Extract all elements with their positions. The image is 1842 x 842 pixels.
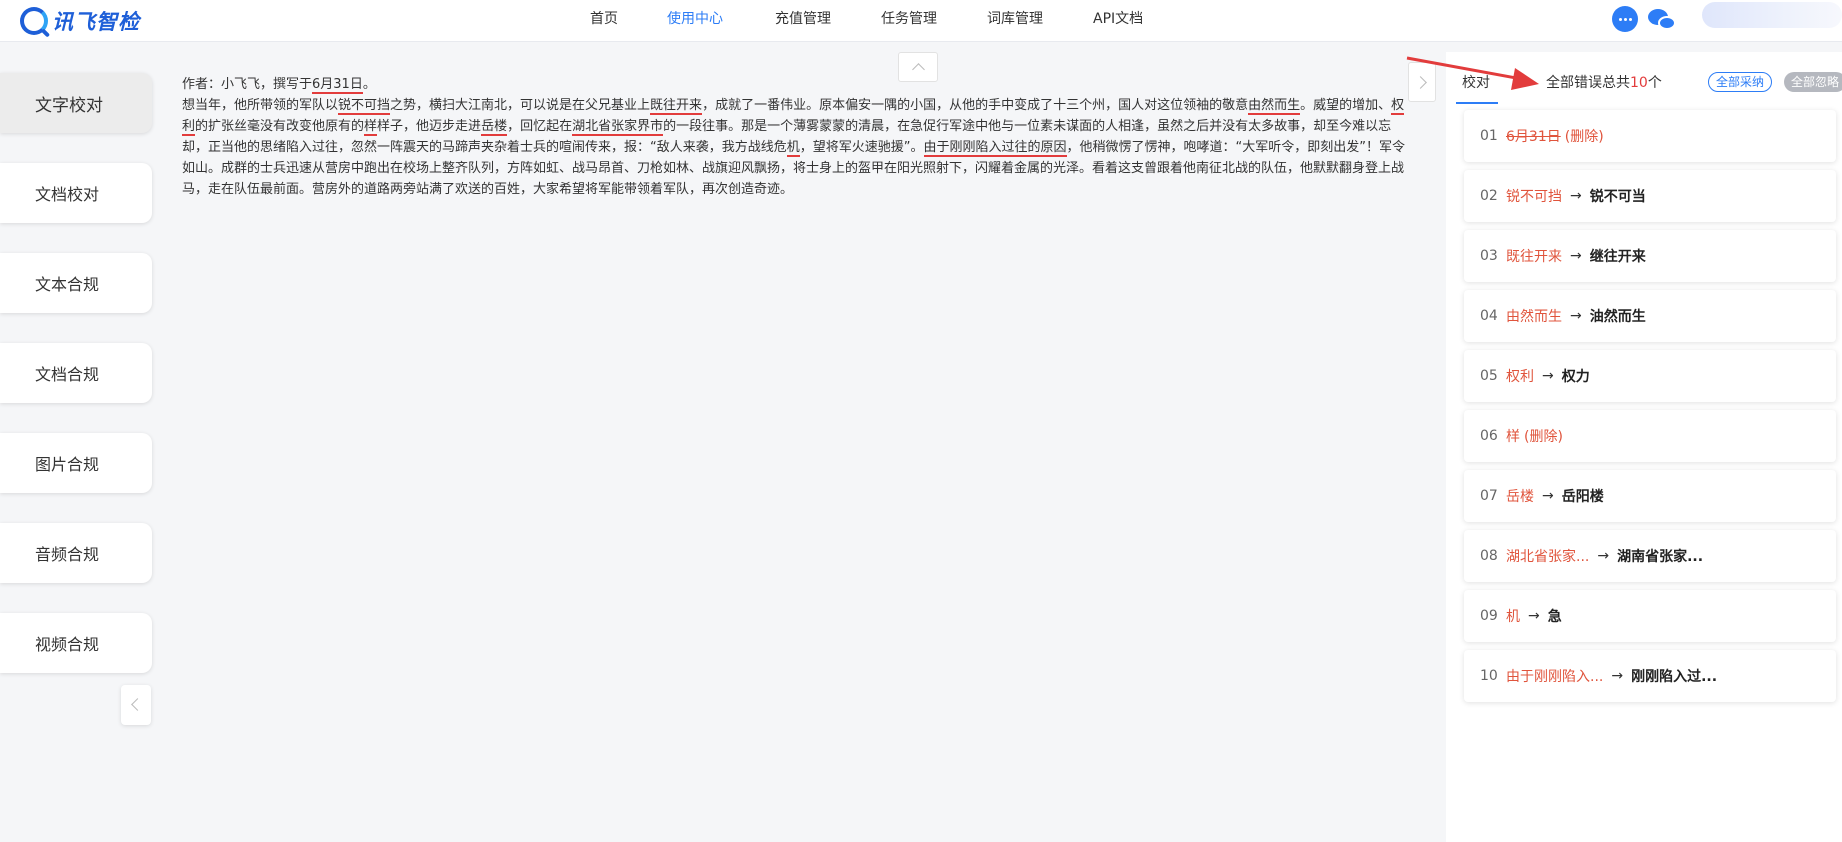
suggested-fix: 继往开来 — [1589, 249, 1646, 265]
sidebar-item-text-compliance[interactable]: 文本合规 — [0, 253, 152, 313]
text-run: 样子，他迈步走进 — [377, 119, 482, 134]
text-run: 想当年，他所带领的军队以 — [182, 98, 339, 113]
correction-number: 01 — [1480, 128, 1498, 144]
nav-lexicon[interactable]: 词库管理 — [987, 0, 1043, 38]
error-mark[interactable]: 锐不可挡 — [338, 98, 391, 115]
error-count: 10 — [1630, 75, 1648, 91]
top-header: 讯飞智检 首页 使用中心 充值管理 任务管理 词库管理 API文档 — [0, 0, 1842, 42]
sidebar-item-doc-proofread[interactable]: 文档校对 — [0, 163, 152, 223]
logo-text: 讯飞智检 — [52, 10, 140, 34]
error-mark[interactable]: 岳楼 — [481, 119, 508, 136]
chevron-left-icon — [131, 698, 144, 711]
user-avatar[interactable] — [1702, 2, 1842, 28]
logo-icon — [20, 7, 48, 35]
error-mark[interactable]: 由于刚刚陷入过往的原因 — [923, 140, 1067, 157]
wrong-text: 湖北省张家... — [1506, 549, 1590, 565]
wrong-text: 既往开来 — [1506, 249, 1562, 265]
ignore-all-button[interactable]: 全部忽略 — [1784, 72, 1842, 92]
error-mark[interactable]: 6月31日 — [312, 77, 363, 94]
sidebar-collapse-button[interactable] — [121, 685, 151, 725]
error-mark[interactable]: 既往开来 — [650, 98, 703, 115]
correction-number: 09 — [1480, 608, 1498, 624]
wrong-text: 由于刚刚陷入... — [1506, 669, 1604, 685]
author-line: 作者：小飞飞，撰写于6月31日。 — [182, 74, 1410, 95]
suggested-fix: 岳阳楼 — [1561, 489, 1604, 505]
wrong-text: 岳楼 — [1506, 489, 1534, 505]
nav-home[interactable]: 首页 — [590, 0, 618, 38]
text-run: ，望将军火速驰援”。 — [799, 140, 924, 155]
document-body: 想当年，他所带领的军队以锐不可挡之势，横扫大江南北，可以说是在父兄基业上既往开来… — [182, 95, 1410, 200]
nav-recharge[interactable]: 充值管理 — [775, 0, 831, 38]
arrow-icon: → — [1570, 308, 1582, 324]
arrow-icon: → — [1611, 668, 1624, 684]
text-run: 的扩张丝毫没有改变他原有的 — [195, 119, 365, 134]
wrong-text: 样 — [1506, 429, 1520, 445]
correction-number: 02 — [1480, 188, 1498, 204]
annotation-arrow — [1406, 56, 1539, 90]
error-mark[interactable]: 由然而生 — [1248, 98, 1301, 115]
suggested-fix: 刚刚陷入过... — [1631, 669, 1718, 685]
correction-number: 03 — [1480, 248, 1498, 264]
correction-card[interactable]: 07 岳楼 → 岳阳楼 — [1464, 470, 1836, 522]
text-run: 。威望的增加、 — [1300, 98, 1392, 113]
customer-service-icon[interactable] — [1612, 6, 1638, 32]
wrong-text: 锐不可挡 — [1506, 189, 1562, 205]
arrow-icon: → — [1542, 488, 1554, 504]
nav-api-docs[interactable]: API文档 — [1093, 0, 1143, 38]
wrong-text: 由然而生 — [1506, 309, 1562, 325]
suggested-fix: 油然而生 — [1589, 309, 1646, 325]
correction-card[interactable]: 01 6月31日 (删除) — [1464, 110, 1836, 162]
author-prefix: 作者：小飞飞，撰写于 — [182, 77, 313, 92]
wrong-text: 6月31日 — [1506, 129, 1561, 145]
suggested-fix: 权力 — [1561, 369, 1590, 385]
text-run: ，成就了一番伟业。原本偏安一隅的小国，从他的手中变成了十三个州，国人对这位领袖的… — [702, 98, 1249, 113]
arrow-icon: → — [1597, 548, 1610, 564]
sidebar-item-doc-compliance[interactable]: 文档合规 — [0, 343, 152, 403]
correction-number: 10 — [1480, 668, 1498, 684]
text-run: 之势，横扫大江南北，可以说是在父兄基业上 — [390, 98, 651, 113]
wrong-text: 机 — [1506, 609, 1520, 625]
sidebar-item-audio-compliance[interactable]: 音频合规 — [0, 523, 152, 583]
sidebar-item-video-compliance[interactable]: 视频合规 — [0, 613, 152, 673]
correction-number: 06 — [1480, 428, 1498, 444]
correction-number: 04 — [1480, 308, 1498, 324]
wechat-icon[interactable] — [1648, 7, 1678, 33]
correction-number: 07 — [1480, 488, 1498, 504]
correction-card[interactable]: 02 锐不可挡 → 锐不可当 — [1464, 170, 1836, 222]
correction-card[interactable]: 06 样 (删除) — [1464, 410, 1836, 462]
error-mark[interactable]: 机 — [786, 140, 800, 157]
correction-card[interactable]: 09 机 → 急 — [1464, 590, 1836, 642]
correction-card[interactable]: 04 由然而生 → 油然而生 — [1464, 290, 1836, 342]
correction-card[interactable]: 05 权利 → 权力 — [1464, 350, 1836, 402]
summary-prefix: 全部错误总共 — [1546, 75, 1630, 91]
arrow-icon: → — [1528, 608, 1540, 624]
correction-number: 05 — [1480, 368, 1498, 384]
suggested-fix: 锐不可当 — [1589, 189, 1646, 205]
delete-note: (删除) — [1564, 129, 1604, 145]
correction-card[interactable]: 10 由于刚刚陷入... → 刚刚陷入过... — [1464, 650, 1836, 702]
accept-all-button[interactable]: 全部采纳 — [1708, 72, 1773, 92]
arrow-icon: → — [1570, 248, 1582, 264]
text-run: ，回忆起在 — [507, 119, 573, 134]
author-suffix: 。 — [362, 77, 376, 92]
correction-card[interactable]: 03 既往开来 → 继往开来 — [1464, 230, 1836, 282]
arrow-icon: → — [1570, 188, 1582, 204]
correction-number: 08 — [1480, 548, 1498, 564]
wrong-text: 权利 — [1506, 369, 1534, 385]
error-mark[interactable]: 湖北省张家界市 — [572, 119, 664, 136]
suggested-fix: 急 — [1547, 609, 1562, 625]
nav-tasks[interactable]: 任务管理 — [881, 0, 937, 38]
arrow-icon: → — [1542, 368, 1554, 384]
error-mark[interactable]: 样 — [364, 119, 378, 136]
delete-note: (删除) — [1524, 429, 1563, 445]
document-text[interactable]: 作者：小飞飞，撰写于6月31日。 想当年，他所带领的军队以锐不可挡之势，横扫大江… — [182, 74, 1410, 200]
brand-logo[interactable]: 讯飞智检 — [20, 4, 140, 38]
nav-usage-center[interactable]: 使用中心 — [667, 0, 723, 38]
suggested-fix: 湖南省张家... — [1617, 549, 1704, 565]
error-summary: 全部错误总共10个 — [1546, 72, 1662, 92]
sidebar-item-image-compliance[interactable]: 图片合规 — [0, 433, 152, 493]
summary-suffix: 个 — [1647, 75, 1662, 91]
sidebar-item-text-proofread[interactable]: 文字校对 — [0, 73, 152, 133]
correction-card[interactable]: 08 湖北省张家... → 湖南省张家... — [1464, 530, 1836, 582]
